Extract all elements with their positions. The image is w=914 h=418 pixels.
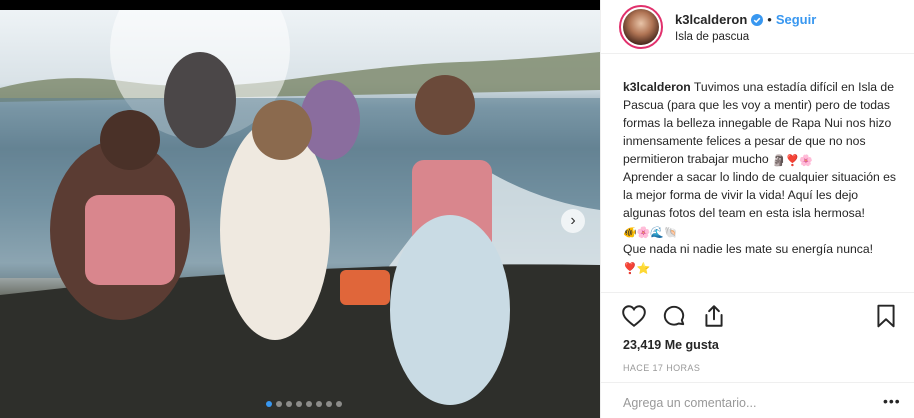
carousel-dot [266,401,272,407]
post-photo[interactable]: › [0,10,600,418]
comment-bar: ••• [601,382,914,418]
more-options-icon[interactable]: ••• [883,393,901,409]
carousel-dot [326,401,332,407]
comment-input[interactable] [623,393,873,413]
carousel-dot [336,401,342,407]
caption-paragraph-2: Aprender a sacar lo lindo de cualquier s… [623,168,903,240]
carousel-dot [286,401,292,407]
bookmark-icon[interactable] [873,303,899,329]
separator-dot: • [767,12,772,27]
share-icon[interactable] [701,303,727,329]
follow-button[interactable]: Seguir [776,12,816,27]
action-bar [601,292,914,332]
carousel-dot [316,401,322,407]
avatar[interactable] [619,4,663,49]
caption-username[interactable]: k3lcalderon [623,80,691,94]
photo-illustration [0,10,600,418]
caption-text-2: Aprender a sacar lo lindo de cualquier s… [623,170,897,220]
location-link[interactable]: Isla de pascua [675,31,816,43]
caption-emoji-2: 🐠🌸🌊🐚 [623,227,678,239]
post-media: › [0,0,600,418]
carousel-indicator [266,401,342,407]
caption-emoji-3: ❣️⭐ [623,263,651,275]
carousel-dot [306,401,312,407]
chevron-right-icon[interactable]: › [561,209,585,233]
carousel-dot [276,401,282,407]
carousel-dot [296,401,302,407]
caption: k3lcalderon Tuvimos una estadía difícil … [623,78,903,276]
heart-icon[interactable] [621,303,647,329]
header-text: k3lcalderon • Seguir Isla de pascua [675,11,816,43]
likes-count[interactable]: 23,419 Me gusta [623,338,719,352]
post-timestamp[interactable]: HACE 17 HORAS [623,363,700,373]
caption-paragraph-3: Que nada ni nadie les mate su energía nu… [623,240,903,276]
comment-icon[interactable] [661,303,687,329]
verified-badge-icon [751,13,764,26]
post-sidebar: k3lcalderon • Seguir Isla de pascua k3lc… [600,0,914,418]
post-header: k3lcalderon • Seguir Isla de pascua [601,0,914,54]
username-link[interactable]: k3lcalderon [675,12,747,27]
caption-emoji-1: 🗿❣️🌸 [772,155,814,167]
instagram-post: › k3lcalderon • Seguir Isla de pascua k3… [0,0,914,418]
caption-text-3: Que nada ni nadie les mate su energía nu… [623,242,874,256]
caption-paragraph-1: k3lcalderon Tuvimos una estadía difícil … [623,78,903,168]
